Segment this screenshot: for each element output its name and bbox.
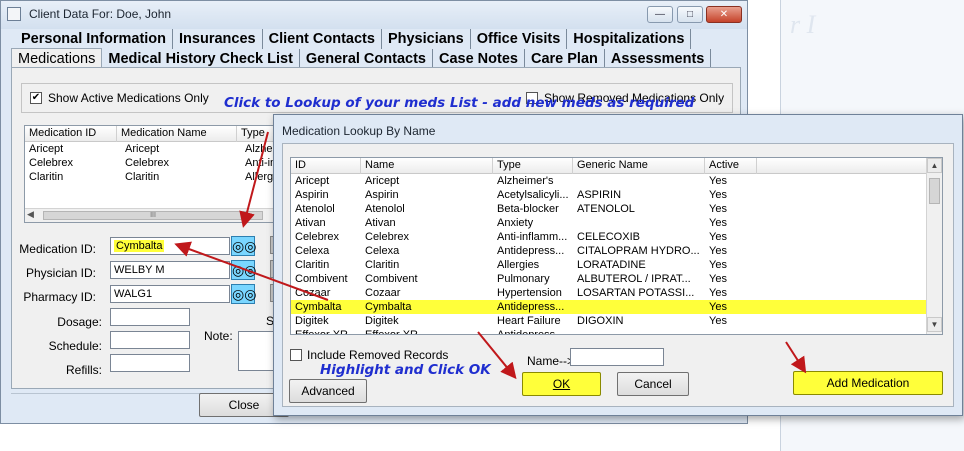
arrow-to-ok: [477, 331, 517, 380]
arrow-to-medication-id: [174, 241, 329, 301]
annotation-arrows: [174, 131, 807, 380]
arrow-to-add-medication: [785, 341, 807, 374]
arrow-to-lookup-button: [239, 131, 269, 228]
